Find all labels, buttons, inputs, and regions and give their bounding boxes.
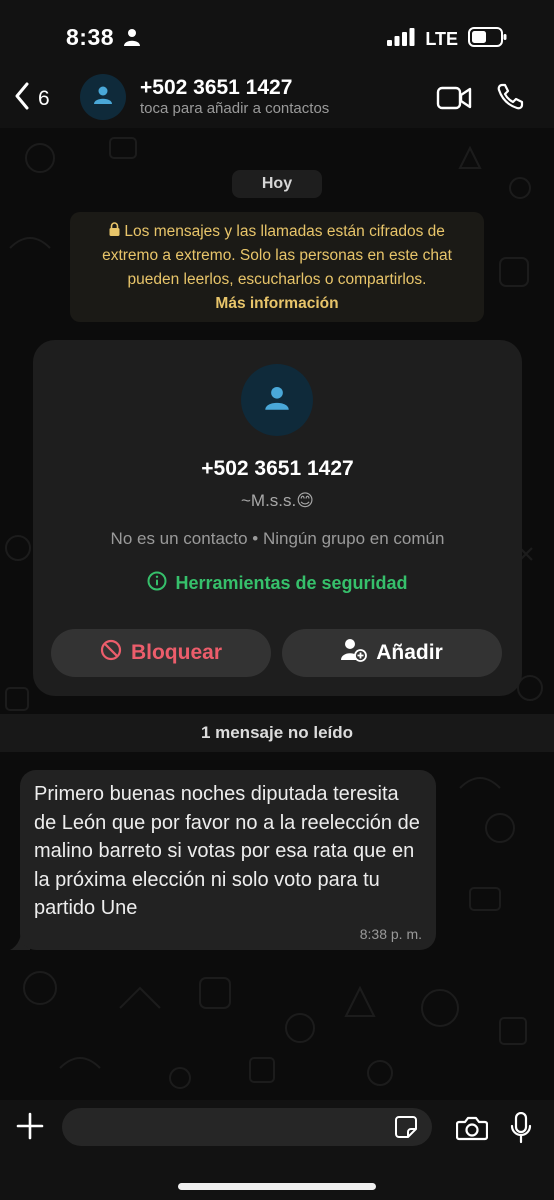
- home-indicator: [178, 1183, 376, 1190]
- status-bar: 8:38 LTE: [0, 0, 554, 70]
- back-button[interactable]: 6: [14, 82, 50, 115]
- info-icon: [147, 571, 167, 596]
- add-contact-button[interactable]: Añadir: [282, 629, 502, 677]
- message-time: 8:38 p. m.: [359, 926, 422, 942]
- composer-bar: [0, 1100, 554, 1200]
- chat-header: 6 +502 3651 1427 toca para añadir a cont…: [0, 70, 554, 128]
- microphone-icon[interactable]: [510, 1111, 532, 1149]
- security-tools-link[interactable]: Herramientas de seguridad: [33, 571, 522, 596]
- phone-icon[interactable]: [496, 83, 524, 116]
- avatar-icon: [93, 85, 113, 110]
- block-label: Bloquear: [130, 641, 222, 664]
- encryption-text: Los mensajes y las llamadas están cifrad…: [102, 223, 452, 288]
- message-input[interactable]: [62, 1108, 432, 1146]
- back-chevron-icon: [14, 82, 30, 115]
- add-person-icon: [341, 638, 368, 668]
- contact-alias: ~M.s.s.😊: [241, 491, 314, 510]
- sticker-icon[interactable]: [394, 1115, 418, 1144]
- signal-icon: [387, 28, 415, 51]
- plus-icon[interactable]: [16, 1112, 44, 1145]
- incoming-message[interactable]: Primero buenas noches diputada teresita …: [20, 770, 436, 950]
- contact-note: No es un contacto • Ningún grupo en comú…: [110, 529, 445, 548]
- lock-icon: [109, 222, 120, 240]
- avatar-icon: [264, 385, 290, 416]
- avatar[interactable]: [80, 74, 126, 120]
- contact-info-card: +502 3651 1427 ~M.s.s.😊 No es un contact…: [33, 340, 522, 696]
- add-label: Añadir: [376, 641, 443, 664]
- encryption-notice[interactable]: Los mensajes y las llamadas están cifrad…: [70, 212, 484, 322]
- unread-separator: 1 mensaje no leído: [0, 714, 554, 752]
- block-icon: [100, 639, 122, 667]
- status-indicators: LTE: [387, 27, 508, 52]
- date-separator: Hoy: [232, 170, 322, 198]
- battery-icon: [468, 27, 508, 52]
- contact-avatar: [241, 364, 313, 436]
- contact-number: +502 3651 1427: [201, 457, 354, 480]
- person-icon: [124, 28, 140, 51]
- contact-name[interactable]: +502 3651 1427: [140, 76, 292, 100]
- contact-subtitle[interactable]: toca para añadir a contactos: [140, 100, 329, 117]
- more-info-link[interactable]: Más información: [215, 295, 338, 312]
- status-time: 8:38: [66, 24, 115, 50]
- security-tools-label: Herramientas de seguridad: [175, 573, 408, 593]
- message-text: Primero buenas noches diputada teresita …: [34, 783, 420, 919]
- chat-area[interactable]: Hoy Los mensajes y las llamadas están ci…: [0, 128, 554, 1100]
- block-button[interactable]: Bloquear: [51, 629, 271, 677]
- camera-icon[interactable]: [455, 1115, 489, 1146]
- network-label: LTE: [425, 29, 458, 49]
- video-call-icon[interactable]: [436, 85, 472, 116]
- unread-chats-count: 6: [38, 86, 50, 110]
